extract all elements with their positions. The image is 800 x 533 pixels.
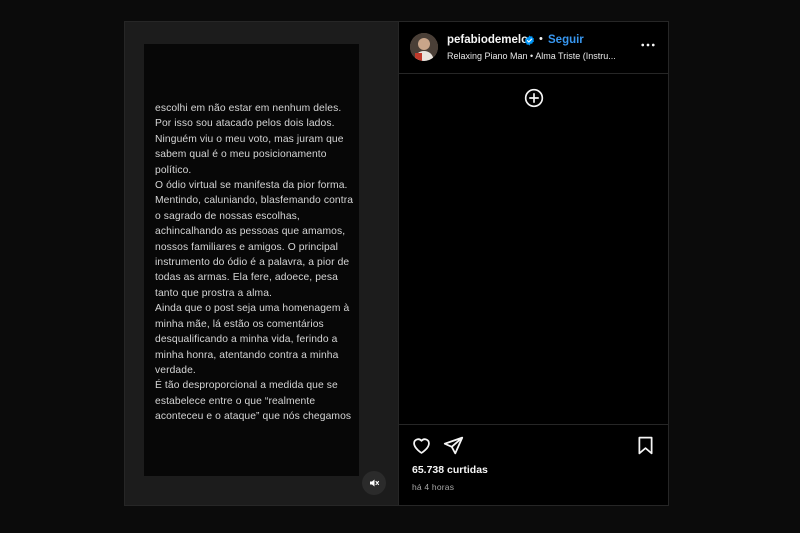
audio-track-link[interactable]: Relaxing Piano Man • Alma Triste (Instru… [447, 51, 616, 61]
video-player[interactable]: escolhi em não estar em nenhum deles. Po… [144, 44, 359, 476]
mute-toggle-button[interactable] [362, 471, 386, 495]
username-link[interactable]: pefabiodemelo [447, 34, 528, 46]
likes-count[interactable]: 65.738 curtidas [412, 464, 488, 476]
post-media: escolhi em não estar em nenhum deles. Po… [125, 22, 398, 505]
video-caption-text: escolhi em não estar em nenhum deles. Po… [155, 103, 354, 423]
more-options-icon[interactable] [639, 36, 657, 54]
save-bookmark-icon[interactable] [635, 435, 656, 456]
instagram-post-modal: escolhi em não estar em nenhum deles. Po… [124, 21, 669, 506]
post-header: pefabiodemelo • Seguir Relaxing Piano Ma… [399, 22, 668, 74]
post-sidebar: pefabiodemelo • Seguir Relaxing Piano Ma… [399, 22, 668, 505]
post-timestamp[interactable]: há 4 horas [412, 482, 454, 492]
verified-badge-icon [524, 35, 535, 46]
share-send-icon[interactable] [443, 435, 464, 456]
like-heart-icon[interactable] [411, 435, 432, 456]
post-actions: 65.738 curtidas há 4 horas [399, 424, 668, 505]
follow-button[interactable]: Seguir [548, 34, 584, 46]
add-circle-icon[interactable] [524, 88, 544, 108]
comments-area [399, 74, 668, 424]
separator-dot: • [539, 33, 543, 45]
muted-speaker-icon [370, 479, 380, 487]
avatar[interactable] [410, 33, 438, 61]
